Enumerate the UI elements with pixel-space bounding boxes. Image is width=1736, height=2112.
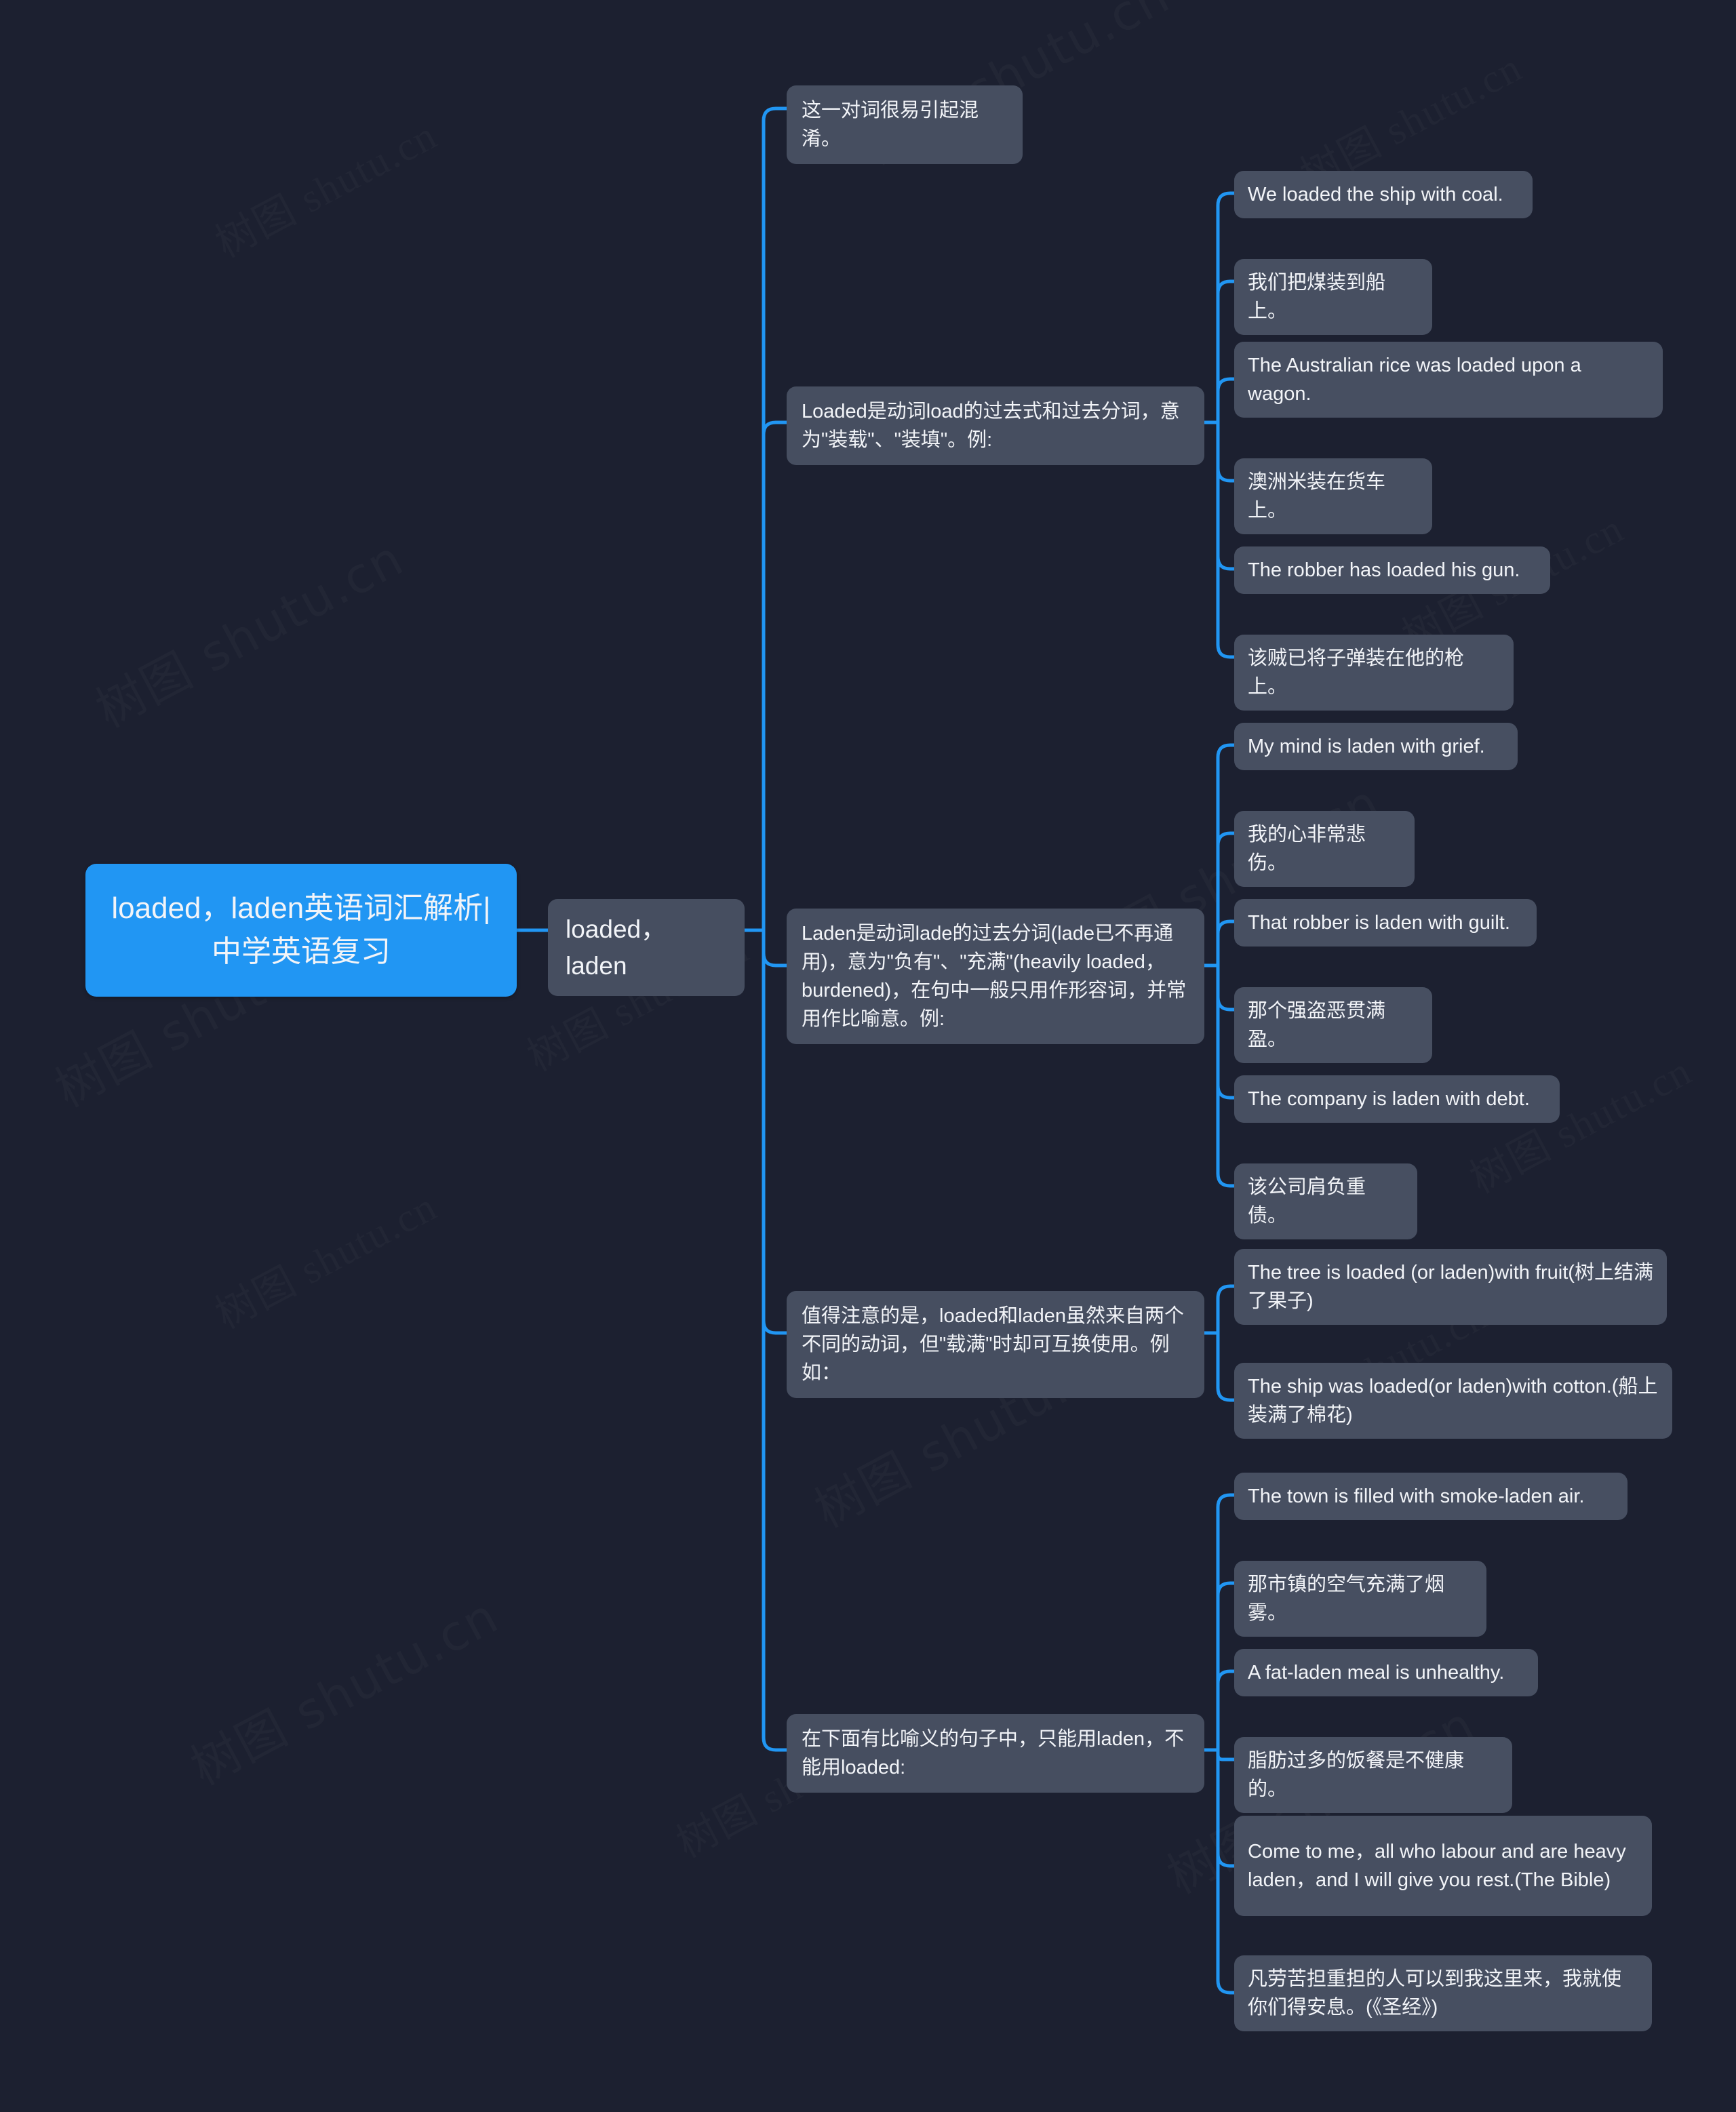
leaf-node[interactable]: The town is filled with smoke-laden air. — [1234, 1473, 1628, 1521]
connector-line — [1216, 1748, 1236, 1761]
leaf-node-label: The company is laden with debt. — [1248, 1088, 1530, 1110]
leaf-node[interactable]: 我们把煤装到船上。 — [1234, 259, 1432, 336]
leaf-node[interactable]: The robber has loaded his gun. — [1234, 546, 1550, 595]
leaf-node[interactable]: The tree is loaded (or laden)with fruit(… — [1234, 1249, 1667, 1326]
connector-line — [762, 928, 789, 1752]
level2-node-loaded-laden[interactable]: loaded，laden — [548, 899, 745, 997]
leaf-node-label: 那个强盗恶贯满盈。 — [1248, 1000, 1386, 1051]
connector-line — [1216, 1748, 1236, 1868]
leaf-node-label: A fat-laden meal is unhealthy. — [1248, 1662, 1505, 1683]
branch-node-loaded[interactable]: Loaded是动词load的过去式和过去分词，意为"装载"、"装填"。例: — [787, 386, 1204, 466]
connector-line — [762, 420, 789, 932]
leaf-node[interactable]: 澳洲米装在货车上。 — [1234, 458, 1432, 535]
connector-line — [1216, 1331, 1236, 1402]
leaf-node[interactable]: 脂肪过多的饭餐是不健康的。 — [1234, 1737, 1512, 1814]
leaf-node[interactable]: That robber is laden with guilt. — [1234, 899, 1537, 947]
connector-line — [1216, 1581, 1236, 1752]
branch-node-laden[interactable]: Laden是动词lade的过去分词(lade已不再通用)，意为"负有"、"充满"… — [787, 909, 1204, 1045]
leaf-node[interactable]: We loaded the ship with coal. — [1234, 171, 1533, 219]
leaf-node-label: My mind is laden with grief. — [1248, 736, 1485, 757]
leaf-node[interactable]: 该公司肩负重债。 — [1234, 1163, 1417, 1240]
leaf-node[interactable]: 该贼已将子弹装在他的枪上。 — [1234, 635, 1514, 711]
leaf-node-label: Come to me，all who labour and are heavy … — [1248, 1840, 1626, 1891]
connector-line — [1216, 963, 1236, 1188]
connector-line — [1216, 743, 1236, 968]
leaf-node-label: 那市镇的空气充满了烟雾。 — [1248, 1574, 1445, 1625]
connector-line — [1216, 420, 1236, 571]
connector-line — [762, 928, 789, 1335]
leaf-node-label: 凡劳苦担重担的人可以到我这里来，我就使你们得安息。(《圣经》) — [1248, 1968, 1622, 2019]
leaf-node[interactable]: Come to me，all who labour and are heavy … — [1234, 1816, 1652, 1916]
connector-line — [762, 928, 789, 968]
branch-node-confusion[interactable]: 这一对词很易引起混淆。 — [787, 85, 1023, 165]
leaf-node[interactable]: The Australian rice was loaded upon a wa… — [1234, 342, 1663, 418]
branch-node-interchangeable[interactable]: 值得注意的是，loaded和laden虽然来自两个不同的动词，但"载满"时却可互… — [787, 1291, 1204, 1399]
connector-line — [1216, 377, 1236, 424]
branch-node-figurative[interactable]: 在下面有比喻义的句子中，只能用laden，不能用loaded: — [787, 1714, 1204, 1793]
leaf-node-label: The town is filled with smoke-laden air. — [1248, 1486, 1585, 1507]
connector-line — [1216, 963, 1236, 1100]
leaf-node-label: That robber is laden with guilt. — [1248, 912, 1510, 934]
mindmap-canvas: 树图 shutu.cn 树图 shutu.cn 树图 shutu.cn 树图 shut… — [0, 0, 1736, 2112]
watermark-text: 树图 shutu.cn — [81, 519, 414, 740]
branch-node-label: Loaded是动词load的过去式和过去分词，意为"装载"、"装填"。例: — [802, 401, 1180, 452]
connector-line — [1216, 1284, 1236, 1335]
watermark-text: 树图 shutu.cn — [176, 1576, 509, 1798]
leaf-node-label: 澳洲米装在货车上。 — [1248, 471, 1386, 522]
connector-line — [1216, 1669, 1236, 1752]
connector-line — [1216, 831, 1236, 968]
level2-node-label: loaded，laden — [566, 915, 667, 980]
watermark-text: 树图 shutu.cn — [203, 103, 446, 269]
leaf-node[interactable]: A fat-laden meal is unhealthy. — [1234, 1649, 1538, 1697]
connector-line — [1216, 1748, 1236, 1995]
leaf-node[interactable]: 我的心非常悲伤。 — [1234, 811, 1415, 888]
connector-line — [762, 106, 789, 932]
root-node-label: loaded，laden英语词汇解析|中学英语复习 — [111, 892, 491, 968]
leaf-node[interactable]: 那市镇的空气充满了烟雾。 — [1234, 1561, 1486, 1637]
leaf-node-label: 我们把煤装到船上。 — [1248, 272, 1386, 323]
leaf-node-label: 该公司肩负重债。 — [1248, 1176, 1366, 1227]
root-node[interactable]: loaded，laden英语词汇解析|中学英语复习 — [85, 864, 517, 997]
connector-line — [1216, 420, 1236, 483]
leaf-node[interactable]: 凡劳苦担重担的人可以到我这里来，我就使你们得安息。(《圣经》) — [1234, 1955, 1652, 2032]
branch-node-label: Laden是动词lade的过去分词(lade已不再通用)，意为"负有"、"充满"… — [802, 923, 1187, 1031]
connector-line — [1216, 963, 1236, 1012]
leaf-node-label: The tree is loaded (or laden)with fruit(… — [1248, 1262, 1653, 1313]
leaf-node[interactable]: My mind is laden with grief. — [1234, 723, 1518, 771]
leaf-node-label: 我的心非常悲伤。 — [1248, 824, 1366, 875]
leaf-node[interactable]: The company is laden with debt. — [1234, 1075, 1560, 1123]
connector-line — [1216, 191, 1236, 424]
watermark-text: 树图 shutu.cn — [203, 1174, 446, 1340]
leaf-node-label: The robber has loaded his gun. — [1248, 559, 1520, 581]
leaf-node-label: The Australian rice was loaded upon a wa… — [1248, 355, 1581, 405]
connector-line — [1216, 279, 1236, 424]
leaf-node-label: We loaded the ship with coal. — [1248, 184, 1503, 205]
connector-line — [1216, 919, 1236, 968]
branch-node-label: 在下面有比喻义的句子中，只能用laden，不能用loaded: — [802, 1728, 1184, 1779]
branch-node-label: 值得注意的是，loaded和laden虽然来自两个不同的动词，但"载满"时却可互… — [802, 1305, 1185, 1384]
leaf-node[interactable]: 那个强盗恶贯满盈。 — [1234, 987, 1432, 1064]
leaf-node-label: The ship was loaded(or laden)with cotton… — [1248, 1376, 1658, 1427]
connector-line — [1216, 1493, 1236, 1752]
leaf-node-label: 该贼已将子弹装在他的枪上。 — [1248, 647, 1465, 698]
branch-node-label: 这一对词很易引起混淆。 — [802, 100, 979, 151]
connector-line — [1216, 420, 1236, 659]
leaf-node[interactable]: The ship was loaded(or laden)with cotton… — [1234, 1363, 1672, 1439]
leaf-node-label: 脂肪过多的饭餐是不健康的。 — [1248, 1750, 1465, 1801]
